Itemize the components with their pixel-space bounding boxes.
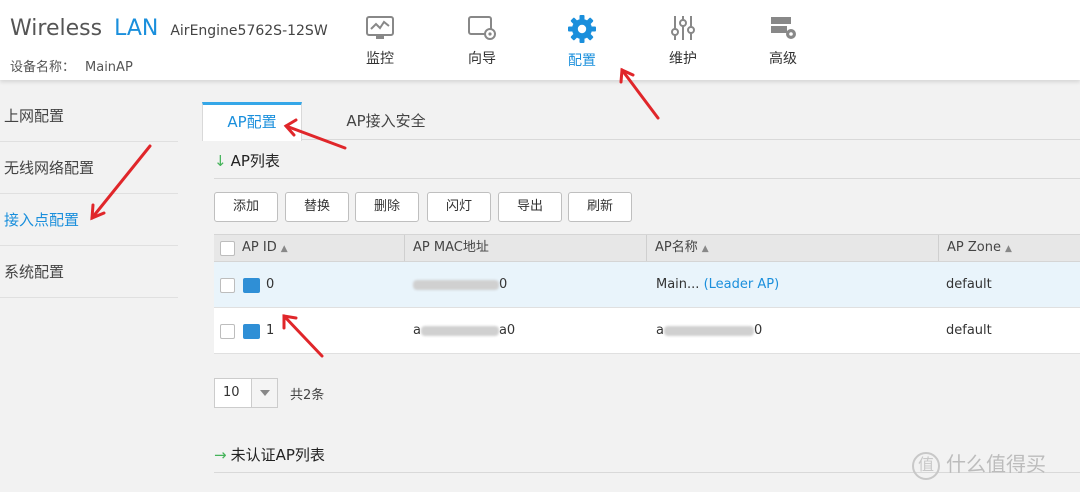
ap-id-cell: 1 (266, 323, 275, 338)
sidebar-item-wireless-config[interactable]: 无线网络配置 (0, 142, 178, 194)
ap-device-icon (243, 278, 260, 293)
redacted-name (663, 325, 754, 336)
ap-name-cell: a0 (656, 323, 763, 338)
unauth-ap-list-title: 未认证AP列表 (230, 446, 325, 464)
ap-name-cell: Main... (Leader AP) (656, 277, 780, 292)
col-ap-name-label: AP名称 (655, 240, 698, 255)
leader-ap-tag: (Leader AP) (703, 277, 780, 292)
redacted-mac (413, 279, 499, 290)
ap-mac-cell: 0 (413, 262, 507, 308)
brand-wireless: Wireless (10, 16, 103, 41)
tab-ap-config[interactable]: AP配置 (202, 102, 302, 141)
row-checkbox[interactable] (220, 278, 235, 293)
tab-ap-access-security[interactable]: AP接入安全 (326, 102, 446, 140)
tab-bar: AP配置 AP接入安全 (202, 102, 1080, 141)
nav-advanced-label: 高级 (769, 51, 797, 67)
collapse-arrow-icon: ↓ (214, 152, 227, 170)
select-all-checkbox[interactable] (220, 241, 235, 256)
col-ap-name[interactable]: AP名称 ▲ (646, 235, 709, 261)
nav-maintain-label: 维护 (669, 51, 697, 67)
blink-led-button[interactable]: 闪灯 (427, 192, 491, 222)
nav-monitor-label: 监控 (366, 51, 394, 67)
expand-arrow-icon: → (214, 446, 227, 464)
nav-wizard[interactable]: 向导 (447, 10, 517, 72)
redacted-mac (420, 325, 499, 336)
unauth-ap-list-header[interactable]: → 未认证AP列表 (214, 444, 325, 465)
main-content: AP配置 AP接入安全 ↓ AP列表 添加 替换 删除 闪灯 导出 刷新 AP I… (188, 88, 1080, 492)
nav-wizard-label: 向导 (468, 51, 496, 67)
export-button[interactable]: 导出 (498, 192, 562, 222)
monitor-icon (366, 16, 394, 39)
ap-id-cell: 0 (266, 277, 275, 292)
sidebar-item-system-config[interactable]: 系统配置 (0, 246, 178, 298)
ap-zone-cell: default (946, 277, 992, 292)
sort-asc-icon: ▲ (1004, 244, 1012, 254)
add-button[interactable]: 添加 (214, 192, 278, 222)
device-name-value: MainAP (85, 60, 133, 75)
ap-device-icon (243, 324, 260, 339)
sort-asc-icon: ▲ (701, 244, 709, 254)
chevron-down-icon[interactable] (251, 379, 277, 407)
col-ap-id[interactable]: AP ID ▲ (242, 235, 288, 261)
sliders-icon (671, 16, 695, 40)
brand-lan: LAN (114, 16, 159, 41)
wizard-icon (468, 16, 496, 40)
col-ap-mac: AP MAC地址 (404, 235, 489, 261)
device-model: AirEngine5762S-12SW (170, 23, 328, 39)
table-row[interactable]: 0 0 Main... (Leader AP) default (214, 262, 1080, 308)
watermark-text: 什么值得买 (946, 452, 1046, 476)
nav-advanced[interactable]: 高级 (748, 10, 818, 72)
col-ap-mac-label: AP MAC地址 (413, 240, 489, 255)
nav-config[interactable]: 配置 (547, 10, 617, 72)
ap-list-header[interactable]: ↓ AP列表 (214, 150, 280, 171)
delete-button[interactable]: 删除 (355, 192, 419, 222)
total-count: 共2条 (290, 388, 325, 403)
top-header: Wireless LAN AirEngine5762S-12SW 设备名称： Main… (0, 0, 1080, 80)
row-checkbox[interactable] (220, 324, 235, 339)
col-ap-zone[interactable]: AP Zone ▲ (938, 235, 1012, 261)
nav-monitor[interactable]: 监控 (345, 10, 415, 72)
device-name: 设备名称： MainAP (10, 56, 133, 75)
ap-mac-cell: a a0 (413, 323, 516, 338)
watermark: 值什么值得买 (912, 448, 1046, 480)
table-row[interactable]: 1 a a0 a0 default (214, 308, 1080, 354)
ap-zone-cell: default (946, 323, 992, 338)
page-size-value: 10 (223, 385, 240, 400)
replace-button[interactable]: 替换 (285, 192, 349, 222)
ap-table: AP ID ▲ AP MAC地址 AP名称 ▲ AP Zone ▲ 0 0 Main.… (214, 234, 1080, 354)
ap-list-title: AP列表 (230, 152, 280, 170)
nav-config-label: 配置 (568, 53, 596, 69)
table-header: AP ID ▲ AP MAC地址 AP名称 ▲ AP Zone ▲ (214, 234, 1080, 262)
sidebar: 上网配置 无线网络配置 接入点配置 系统配置 (0, 90, 178, 492)
refresh-button[interactable]: 刷新 (568, 192, 632, 222)
page-size-select[interactable]: 10 (214, 378, 278, 408)
col-ap-zone-label: AP Zone (947, 240, 1001, 255)
divider (214, 178, 1080, 179)
gear-icon (568, 15, 596, 43)
server-gear-icon (771, 17, 796, 39)
watermark-logo-icon: 值 (912, 451, 940, 480)
device-name-label: 设备名称： (10, 60, 76, 75)
sidebar-item-ap-config[interactable]: 接入点配置 (0, 194, 178, 246)
sidebar-item-internet-config[interactable]: 上网配置 (0, 90, 178, 142)
sort-asc-icon: ▲ (280, 244, 288, 254)
nav-maintain[interactable]: 维护 (648, 10, 718, 72)
brand: Wireless LAN AirEngine5762S-12SW (10, 16, 328, 41)
col-ap-id-label: AP ID (242, 240, 277, 255)
